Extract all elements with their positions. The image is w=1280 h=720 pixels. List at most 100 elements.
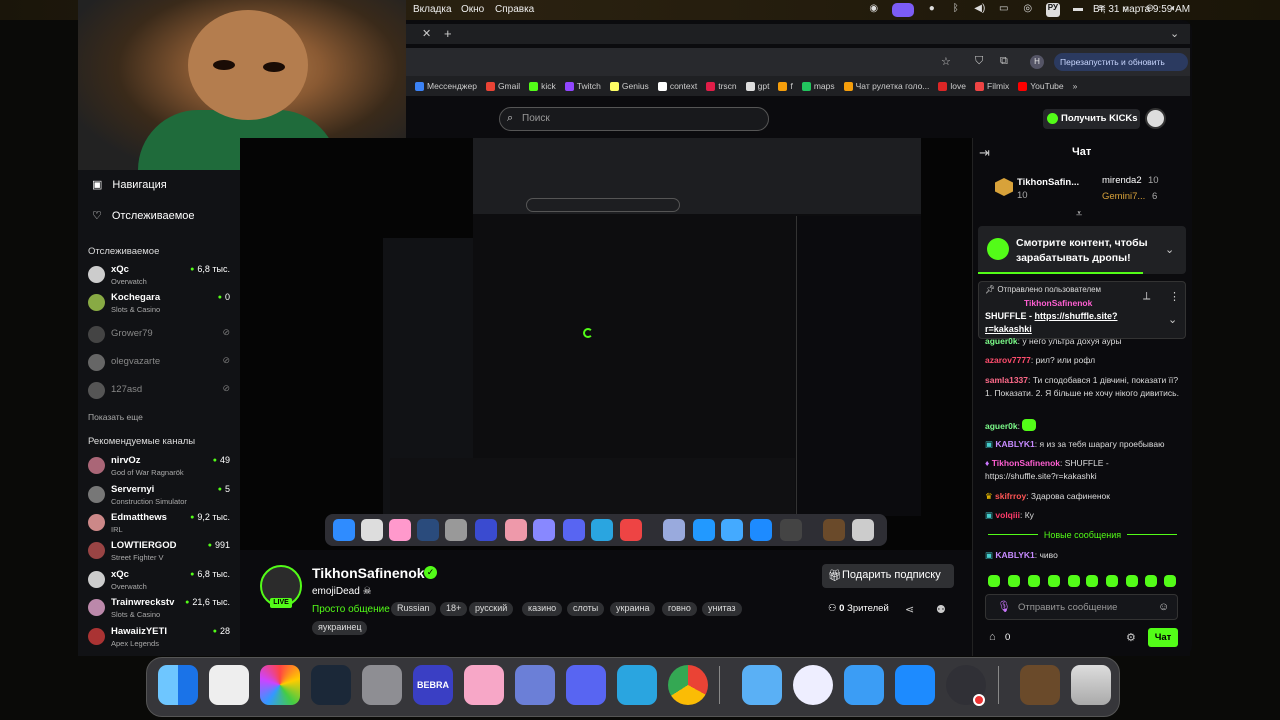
emote-icon[interactable]: [1068, 575, 1080, 587]
share-icon[interactable]: ⋖: [905, 603, 914, 616]
chat-username[interactable]: KABLYK1: [995, 439, 1034, 449]
chat-username[interactable]: KABLYK1: [995, 550, 1034, 560]
emote-icon[interactable]: [1106, 575, 1118, 587]
volume-icon[interactable]: ◀): [974, 3, 986, 17]
stream-tag[interactable]: украина: [610, 602, 656, 616]
obs-status-icon[interactable]: ◉: [868, 3, 880, 17]
following-channel[interactable]: xQc Overwatch 6,8 тыс.: [88, 264, 232, 290]
menubar-datetime[interactable]: Вт, 31 марта 9:59 AM: [1093, 4, 1190, 15]
mail-icon[interactable]: [844, 665, 884, 705]
leader-name[interactable]: Gemini7...: [1102, 191, 1145, 202]
show-more-link[interactable]: Показать еще: [88, 412, 143, 422]
chat-username[interactable]: skifrroy: [995, 491, 1026, 501]
stream-tag[interactable]: яукраинец: [312, 621, 368, 635]
offline-channel[interactable]: olegvazarte ⊘: [88, 352, 232, 378]
collapse-chat-icon[interactable]: ⇥: [979, 145, 990, 161]
safari-icon[interactable]: [793, 665, 833, 705]
recommended-channel[interactable]: nirvOz God of War Ragnarök 49: [88, 455, 232, 481]
new-messages-divider[interactable]: Новые сообщения: [980, 530, 1185, 540]
emote-icon[interactable]: [1028, 575, 1040, 587]
menu-tab[interactable]: Вкладка: [413, 4, 452, 15]
nav-navigation[interactable]: ▣ Навигация: [92, 178, 167, 192]
search-input[interactable]: Поиск: [499, 107, 769, 131]
leader-name[interactable]: TikhonSafin...: [1017, 177, 1079, 188]
emote-icon[interactable]: [1008, 575, 1020, 587]
bookmark-item[interactable]: trscn: [706, 81, 737, 91]
bookmark-item[interactable]: Genius: [609, 81, 649, 91]
stream-category[interactable]: Просто общение: [312, 604, 390, 615]
stream-tag[interactable]: Russian: [391, 602, 436, 616]
trash-icon[interactable]: [1071, 665, 1111, 705]
offline-channel[interactable]: 127asd ⊘: [88, 380, 232, 406]
expand-pinned-icon[interactable]: ⌄: [1168, 313, 1177, 326]
close-tab-icon[interactable]: ✕: [422, 27, 431, 40]
chrome-icon[interactable]: [668, 665, 708, 705]
bookmark-item[interactable]: Filmix: [975, 81, 1009, 91]
input-language[interactable]: РУ: [1045, 3, 1060, 17]
bookmark-item[interactable]: love: [938, 81, 966, 91]
discord-icon[interactable]: [566, 665, 606, 705]
bookmark-item[interactable]: Мессенджер: [415, 81, 477, 91]
stream-tag[interactable]: 18+: [440, 602, 468, 616]
recommended-channel[interactable]: LOWTIERGOD Street Fighter V 991: [88, 540, 232, 566]
wifi-alt-icon[interactable]: ◎: [1022, 3, 1034, 17]
stream-tag[interactable]: унитаз: [702, 602, 742, 616]
display-icon[interactable]: ▭: [998, 3, 1010, 17]
bebra-icon[interactable]: BEBRA: [413, 665, 453, 705]
emote-icon[interactable]: [1145, 575, 1157, 587]
offline-channel[interactable]: Grower79 ⊘: [88, 324, 232, 350]
chat-input[interactable]: Отправить сообщение: [985, 594, 1178, 620]
app-store-icon[interactable]: [895, 665, 935, 705]
telegram-icon[interactable]: [617, 665, 657, 705]
stream-tag[interactable]: казино: [522, 602, 563, 616]
emote-icon[interactable]: [1086, 575, 1098, 587]
nav-following[interactable]: ♡ Отслеживаемое: [92, 209, 195, 223]
bookmark-item[interactable]: gpt: [745, 81, 769, 91]
menu-window[interactable]: Окно: [461, 4, 484, 15]
bookmark-item[interactable]: YouTube: [1018, 81, 1064, 91]
emote-icon[interactable]: [1164, 575, 1176, 587]
more-options-icon[interactable]: ⋮: [1169, 290, 1180, 303]
user-avatar[interactable]: [1145, 108, 1166, 129]
new-tab-icon[interactable]: +: [444, 26, 452, 41]
user-icon[interactable]: ●: [926, 3, 938, 17]
stream-tag[interactable]: русский: [469, 602, 514, 616]
streamer-name[interactable]: TikhonSafinenok: [312, 565, 425, 581]
following-channel[interactable]: Kochegara Slots & Casino 0: [88, 292, 232, 318]
bookmark-item[interactable]: Twitch: [564, 81, 601, 91]
launchpad-icon[interactable]: [209, 665, 249, 705]
extensions-icon[interactable]: ⧉: [1000, 55, 1008, 68]
photos-icon[interactable]: [260, 665, 300, 705]
emote-icon[interactable]: [1048, 575, 1060, 587]
finder-icon[interactable]: [158, 665, 198, 705]
tab-search-icon[interactable]: ⌄: [1170, 27, 1179, 40]
leader-name[interactable]: mirenda2: [1102, 175, 1142, 186]
bookmark-item[interactable]: f: [778, 81, 793, 91]
bookmark-item[interactable]: maps: [801, 81, 835, 91]
emote-icon[interactable]: [1126, 575, 1138, 587]
bookmark-item[interactable]: Gmail: [485, 81, 520, 91]
bookmark-item[interactable]: context: [657, 81, 697, 91]
chipmunk-image-icon[interactable]: [1020, 665, 1060, 705]
chat-username[interactable]: azarov7777: [985, 355, 1031, 365]
send-chat-button[interactable]: Чат: [1148, 628, 1178, 647]
profile-avatar-icon[interactable]: H: [1030, 55, 1044, 69]
bookmarks-overflow-icon[interactable]: »: [1073, 81, 1078, 91]
shield-icon[interactable]: ⛉: [975, 55, 983, 68]
recommended-channel[interactable]: Trainwreckstv Slots & Casino 21,6 тыс.: [88, 597, 232, 623]
unpin-icon[interactable]: ⟂: [1143, 290, 1150, 303]
expand-leaderboard-icon[interactable]: ⩡: [1076, 208, 1082, 221]
chat-username[interactable]: aguer0k: [985, 421, 1018, 431]
obs-helper-icon[interactable]: [742, 665, 782, 705]
stream-tag[interactable]: говно: [662, 602, 697, 616]
bookmark-star-icon[interactable]: ☆: [941, 55, 951, 68]
recommended-channel[interactable]: Servernyi Construction Simulator 5: [88, 484, 232, 510]
control-center-pill-icon[interactable]: [891, 3, 914, 17]
bookmark-item[interactable]: Чат рулетка голо...: [843, 81, 929, 91]
chat-username[interactable]: aguer0k: [985, 336, 1018, 346]
follow-user-icon[interactable]: ⚉: [936, 603, 946, 616]
steam-icon[interactable]: [311, 665, 351, 705]
chat-username[interactable]: TikhonSafinenok: [992, 458, 1060, 468]
presentation-app-icon[interactable]: [464, 665, 504, 705]
chevron-down-icon[interactable]: ⌄: [1165, 243, 1174, 256]
